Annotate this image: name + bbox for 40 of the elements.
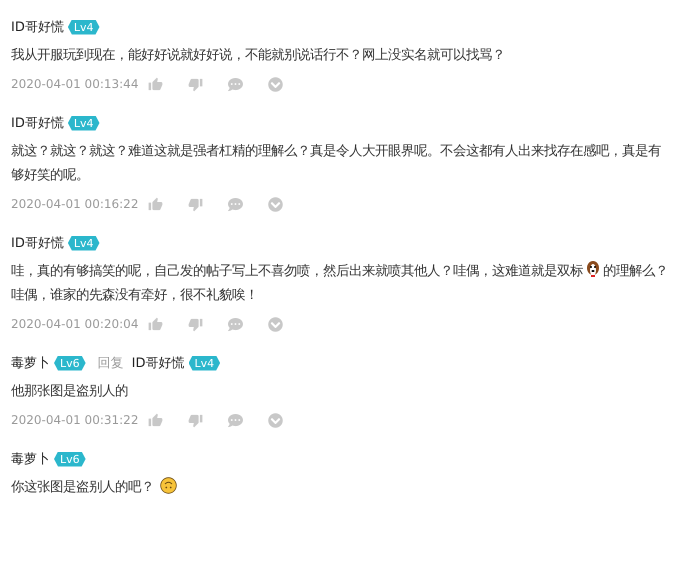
like-icon[interactable]	[148, 412, 163, 428]
comment-text: 他那张图是盗别人的	[11, 383, 129, 401]
comment-icon[interactable]	[228, 412, 243, 428]
chevron-down-icon[interactable]	[268, 76, 283, 92]
dislike-icon[interactable]	[188, 196, 203, 212]
dislike-icon[interactable]	[188, 76, 203, 92]
comment-icon[interactable]	[228, 316, 243, 332]
level-badge: Lv4	[68, 236, 100, 250]
level-badge: Lv6	[54, 356, 86, 370]
dog-icon	[584, 260, 602, 278]
author-name[interactable]: 毒萝卜	[11, 354, 50, 372]
like-icon[interactable]	[148, 76, 163, 92]
chevron-down-icon[interactable]	[268, 196, 283, 212]
chevron-down-icon[interactable]	[268, 412, 283, 428]
comment-text: 就这？就这？就这？难道这就是强者杠精的理解么？真是令人大开眼界呢。不会这都有人出来找存在感吧，真是有够好笑的呢。	[11, 142, 662, 185]
dislike-icon[interactable]	[188, 412, 203, 428]
comment-icon[interactable]	[228, 76, 243, 92]
author-name[interactable]: ID哥好慌	[11, 18, 64, 36]
reply-label: 回复	[98, 355, 124, 372]
comment-text: 哇，真的有够搞笑的呢，自己发的帖子写上不喜勿喷，然后出来就喷其他人？哇偶，这难道就是双标 的理解么？哇偶，谁家的先森没有牵好，很不礼貌唉！	[11, 260, 673, 308]
timestamp: 2020-04-01 00:20:04	[11, 317, 140, 331]
author-name[interactable]: 毒萝卜	[11, 450, 50, 468]
upside-down-face-icon	[160, 477, 177, 494]
level-badge: Lv6	[54, 452, 86, 466]
like-icon[interactable]	[148, 196, 163, 212]
comment-text: 你这张图是盗别人的吧？	[11, 476, 673, 500]
level-badge: Lv4	[188, 356, 220, 370]
comment-icon[interactable]	[228, 196, 243, 212]
timestamp: 2020-04-01 00:13:44	[11, 77, 140, 91]
level-badge: Lv4	[68, 116, 100, 130]
comment-text: 我从开服玩到现在，能好好说就好好说，不能就别说话行不？网上没实名就可以找骂？	[11, 46, 506, 65]
level-badge: Lv4	[68, 20, 100, 34]
dislike-icon[interactable]	[188, 316, 203, 332]
like-icon[interactable]	[148, 316, 163, 332]
timestamp: 2020-04-01 00:16:22	[11, 197, 140, 211]
chevron-down-icon[interactable]	[268, 316, 283, 332]
timestamp: 2020-04-01 00:31:22	[11, 413, 140, 427]
author-name[interactable]: ID哥好慌	[11, 114, 64, 132]
author-name[interactable]: ID哥好慌	[132, 354, 184, 372]
author-name[interactable]: ID哥好慌	[11, 234, 64, 252]
